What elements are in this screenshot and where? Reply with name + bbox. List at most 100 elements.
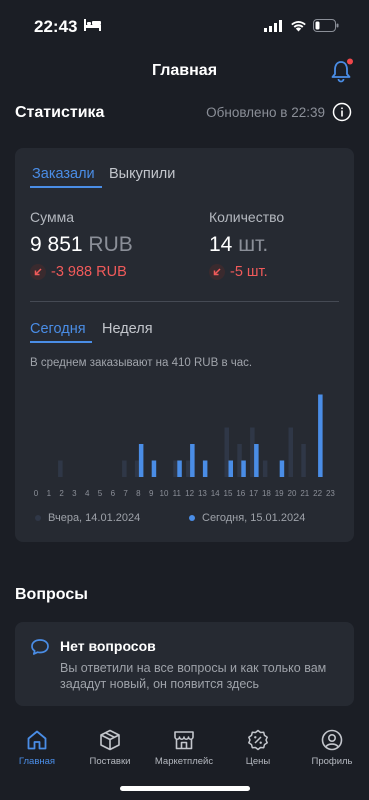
tabbar-item-prices[interactable]: Цены [223,728,293,767]
average-hint: В среднем заказывают на 410 RUB в час. [30,357,253,369]
bar-yesterday-16 [237,444,242,477]
wifi-icon [291,21,306,32]
quantity-value: 14 шт. [209,233,268,257]
quantity-label: Количество [209,209,285,225]
tabbar-item-profile[interactable]: Профиль [297,728,367,767]
bed-icon [84,19,101,31]
quantity-delta: -5 шт. [209,264,268,280]
sum-label: Сумма [30,209,74,225]
x-tick-label: 22 [313,489,322,498]
legend-today-label: Сегодня, 15.01.2024 [202,512,306,524]
signal-icon [264,20,282,32]
no-questions-text: Вы ответили на все вопросы и как только … [60,661,327,691]
bar-yesterday-20 [288,427,293,477]
arrow-down-left-icon [30,264,46,280]
bar-yesterday-7 [122,460,127,477]
bar-today-19 [279,460,285,477]
bar-yesterday-18 [262,460,268,477]
info-icon[interactable] [332,102,352,122]
x-tick-label: 21 [300,489,309,498]
status-bar: 22:43 [0,0,369,50]
x-tick-label: 6 [111,489,116,498]
x-tick-label: 16 [236,489,245,498]
bar-today-11 [177,460,182,477]
bar-yesterday-8 [134,460,140,477]
bar-today-22 [318,394,323,477]
x-tick-label: 17 [249,489,258,498]
tabbar-label-supplies: Поставки [89,756,131,767]
no-questions-title: Нет вопросов [60,638,156,654]
tab-week[interactable]: Неделя [102,321,153,337]
home-indicator [120,786,250,791]
tab-ordered[interactable]: Заказали [32,166,95,182]
tabbar-label-profile: Профиль [311,756,353,767]
x-tick-label: 8 [136,489,141,498]
bar-today-12 [190,444,195,477]
stats-title: Статистика [15,104,105,121]
bar-yesterday-2 [58,460,63,477]
bar-yesterday-15 [224,427,229,477]
x-tick-label: 20 [288,489,297,498]
x-tick-label: 13 [198,489,207,498]
legend-yesterday-label: Вчера, 14.01.2024 [48,512,141,524]
x-tick-label: 0 [34,489,39,498]
questions-title: Вопросы [15,586,88,603]
tabbar-item-supplies[interactable]: Поставки [75,728,145,767]
x-tick-label: 5 [98,489,103,498]
page-title: Главная [151,62,218,79]
tab-underline [30,186,102,188]
bar-yesterday-12 [186,460,191,477]
bar-today-13 [202,460,208,477]
hourly-orders-chart: 0 1 2 3 4 5 6 7 8 9 10 11 12 13 14 15 16 17 18 19 20 21 22 23 [34,394,335,498]
x-tick-label: 3 [72,489,77,498]
x-tick-label: 23 [326,489,335,498]
bar-today-9 [151,460,157,477]
bar-today-17 [254,444,259,477]
tabbar-item-home[interactable]: Главная [2,728,72,767]
sum-delta: -3 988 RUB [30,264,127,280]
sum-delta-value: -3 988 RUB [51,264,127,280]
legend-dot-yesterday [35,515,41,521]
bar-yesterday-17 [250,427,255,477]
box-icon [100,729,120,751]
store-icon [174,731,194,750]
x-tick-label: 14 [211,489,220,498]
sum-value: 9 851 RUB [30,233,133,257]
tabbar-label-marketplace: Маркетплейс [154,756,214,767]
chat-bubble-icon [31,639,49,655]
percent-badge-icon [248,729,268,751]
x-tick-label: 12 [185,489,194,498]
quantity-amount: 14 [209,233,233,256]
bar-today-15 [228,460,233,477]
x-tick-label: 15 [224,489,233,498]
legend-yesterday: Вчера, 14.01.2024 [35,512,140,524]
tab-purchased[interactable]: Выкупили [109,166,175,182]
arrow-down-left-icon [209,264,225,280]
divider [30,301,339,302]
updated-time: Обновлено в 22:39 [206,105,325,120]
tabbar-item-marketplace[interactable]: Маркетплейс [149,728,219,767]
bar-today-16 [241,460,246,477]
x-tick-label: 11 [173,489,182,498]
x-tick-label: 18 [262,489,271,498]
sum-amount: 9 851 [30,233,83,256]
bar-today-8 [138,444,144,477]
x-tick-label: 7 [123,489,128,498]
x-tick-label: 1 [47,489,52,498]
quantity-delta-value: -5 шт. [230,264,268,280]
status-time: 22:43 [34,17,78,36]
legend-today: Сегодня, 15.01.2024 [189,512,305,524]
bar-yesterday-11 [173,460,178,477]
home-icon [27,730,47,750]
x-tick-label: 19 [275,489,284,498]
sum-unit: RUB [88,233,133,256]
legend-dot-today [189,515,195,521]
x-tick-label: 2 [59,489,64,498]
tabbar-label-prices: Цены [245,756,271,767]
x-tick-label: 9 [149,489,154,498]
profile-icon [321,729,343,751]
bar-yesterday-21 [301,444,306,477]
bell-icon[interactable] [329,58,355,84]
quantity-unit: шт. [238,233,269,256]
tab-today[interactable]: Сегодня [30,321,86,337]
